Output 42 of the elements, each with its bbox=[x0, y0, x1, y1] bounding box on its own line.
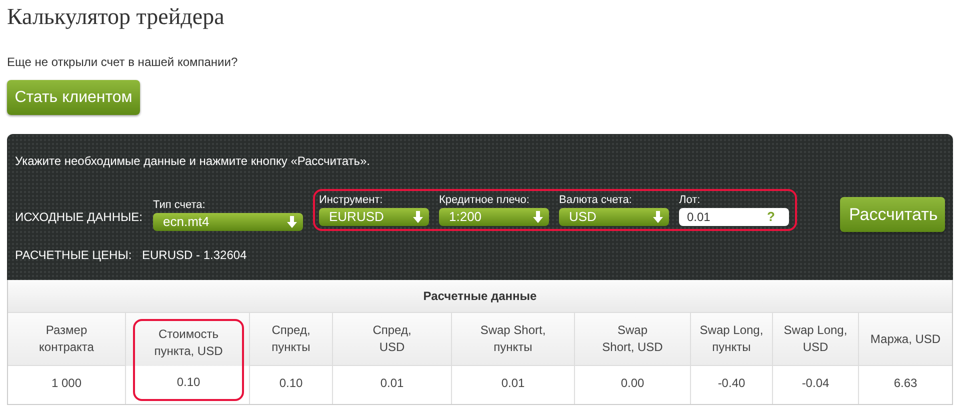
column-header: Swap Long, пункты bbox=[691, 313, 772, 366]
become-client-button[interactable]: Стать клиентом bbox=[7, 80, 140, 115]
intro-text: Еще не открыли счет в нашей компании? bbox=[7, 54, 239, 68]
table-cell-text: 6.63 bbox=[892, 375, 918, 392]
page-title: Калькулятор трейдера bbox=[7, 3, 226, 31]
down-arrow-icon bbox=[653, 210, 663, 222]
dropdown[interactable]: ecn.mt4 bbox=[153, 212, 303, 230]
column-header: Размер контракта bbox=[8, 313, 125, 366]
table-cell-text: 0.10 bbox=[176, 374, 202, 391]
column-header: Спред, пункты bbox=[250, 313, 332, 366]
down-arrow-icon bbox=[413, 210, 423, 222]
prices-label: РАСЧЕТНЫЕ ЦЕНЫ: bbox=[15, 247, 133, 264]
table-cell-text: 0.10 bbox=[278, 375, 304, 392]
table-cell-text: 0.01 bbox=[379, 375, 405, 392]
table-cell-text: -0.04 bbox=[800, 375, 830, 392]
column-header: Стоимость пункта, USD bbox=[153, 326, 224, 360]
down-arrow-icon bbox=[533, 210, 543, 222]
field-label: Валюта счета: bbox=[559, 194, 633, 208]
table-cell-text: 1 000 bbox=[50, 375, 83, 392]
table-cell-text: 0.00 bbox=[620, 375, 646, 392]
down-arrow-icon bbox=[287, 216, 297, 228]
dropdown[interactable]: 1:200 bbox=[439, 208, 549, 226]
dropdown[interactable]: USD bbox=[559, 208, 669, 226]
field-label: Тип счета: bbox=[153, 198, 206, 212]
instruction-text: Укажите необходимые данные и нажмите кнопку «Рассчитать». bbox=[15, 153, 372, 170]
column-header: Swap Short, USD bbox=[575, 313, 690, 366]
column-header: Swap Long, USD bbox=[773, 313, 858, 366]
help-icon[interactable]: ? bbox=[767, 206, 775, 226]
prices-value: EURUSD - 1.32604 bbox=[142, 247, 247, 264]
column-header: Спред, USD bbox=[333, 313, 451, 366]
dropdown[interactable]: EURUSD bbox=[319, 208, 429, 226]
field-label: Лот: bbox=[679, 194, 702, 208]
table-title: Расчетные данные bbox=[8, 280, 952, 313]
lot-input[interactable]: 0.01 ? bbox=[679, 208, 789, 226]
column-header: Swap Short, пункты bbox=[452, 313, 574, 366]
calculate-button[interactable]: Рассчитать bbox=[840, 197, 945, 232]
field-label: Кредитное плечо: bbox=[439, 194, 530, 208]
field-label: Инструмент: bbox=[319, 194, 384, 208]
table-cell-text: 0.01 bbox=[500, 375, 526, 392]
inputs-label: ИСХОДНЫЕ ДАННЫЕ: bbox=[15, 208, 144, 226]
table-cell-text: -0.40 bbox=[716, 375, 746, 392]
column-header: Маржа, USD bbox=[859, 313, 952, 366]
